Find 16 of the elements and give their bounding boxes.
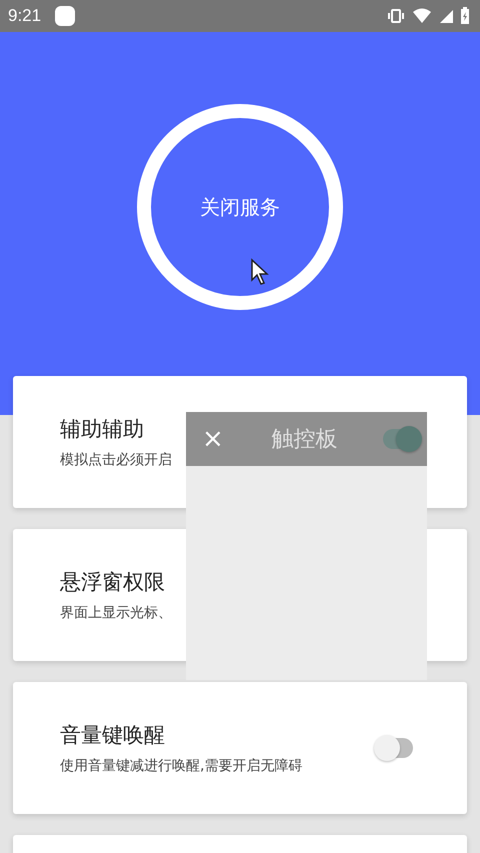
setting-description: 使用音量键减进行唤醒,需要开启无障碍: [60, 757, 302, 775]
battery-icon: [460, 7, 470, 25]
signal-icon: [438, 8, 454, 24]
stop-service-button[interactable]: 关闭服务: [137, 104, 343, 310]
clock-time: 9:21: [8, 6, 42, 26]
wifi-icon: [412, 8, 432, 24]
setting-title: 辅助辅助: [60, 416, 144, 443]
vibrate-icon: [386, 8, 406, 24]
close-button[interactable]: ×: [196, 424, 230, 454]
cursor-icon: [250, 258, 272, 286]
panel-title: 触控板: [270, 426, 338, 454]
setting-title: 音量键唤醒: [60, 722, 165, 749]
setting-description: 界面上显示光标、: [60, 604, 172, 622]
notification-icon: [55, 6, 76, 26]
setting-description: 模拟点击必须开启: [60, 451, 172, 469]
setting-title: 悬浮窗权限: [60, 569, 165, 596]
